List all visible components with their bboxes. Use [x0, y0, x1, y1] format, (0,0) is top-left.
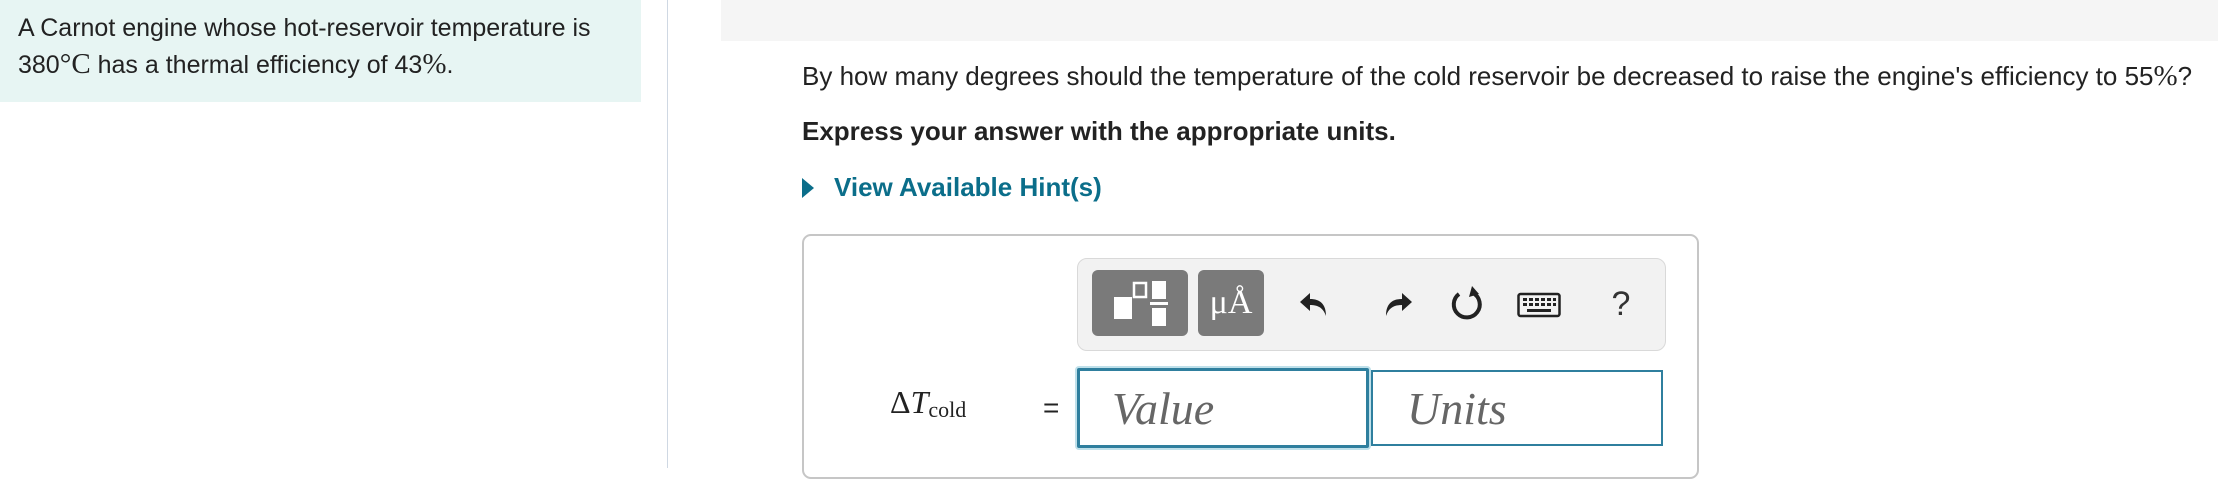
- delta-symbol: Δ: [890, 384, 911, 420]
- question-end: ?: [2177, 61, 2193, 91]
- efficiency-value: 43: [394, 51, 423, 79]
- redo-icon: [1386, 293, 1412, 316]
- reset-button[interactable]: [1442, 279, 1492, 329]
- units-button-label: μÅ: [1209, 284, 1253, 321]
- view-hints-link[interactable]: View Available Hint(s): [802, 172, 1102, 203]
- celsius-unit: C: [71, 48, 91, 80]
- units-placeholder: Units: [1407, 382, 1507, 434]
- variable-label: ΔTcold: [890, 384, 966, 423]
- hot-temperature-value: 380: [18, 51, 60, 79]
- help-button[interactable]: ?: [1596, 279, 1646, 329]
- value-placeholder: Value: [1112, 382, 1215, 434]
- question-body: By how many degrees should the temperatu…: [802, 61, 2125, 91]
- templates-icon: [1114, 281, 1168, 326]
- problem-text-mid: has a thermal efficiency of: [90, 51, 395, 79]
- templates-button[interactable]: [1092, 270, 1188, 336]
- part-header-bar: [721, 0, 2218, 41]
- problem-text-line1: A Carnot engine whose hot-reservoir temp…: [18, 14, 591, 42]
- units-button[interactable]: μÅ: [1198, 270, 1264, 336]
- value-input[interactable]: Value: [1077, 368, 1369, 448]
- problem-statement: A Carnot engine whose hot-reservoir temp…: [0, 0, 641, 102]
- help-icon: ?: [1611, 284, 1631, 323]
- redo-button[interactable]: [1371, 279, 1421, 329]
- keyboard-button[interactable]: [1510, 279, 1568, 329]
- percent-symbol: %: [422, 48, 447, 80]
- units-input[interactable]: Units: [1371, 370, 1663, 446]
- reset-icon: [1451, 286, 1482, 320]
- degree-symbol: °: [59, 48, 72, 80]
- variable-subscript: cold: [928, 397, 967, 422]
- target-efficiency: 55: [2124, 61, 2154, 91]
- answer-instruction: Express your answer with the appropriate…: [802, 116, 1396, 146]
- view-hints-label: View Available Hint(s): [834, 172, 1102, 202]
- question-percent: %: [2153, 60, 2178, 92]
- problem-text-end: .: [446, 51, 454, 79]
- undo-button[interactable]: [1291, 279, 1341, 329]
- question-text: By how many degrees should the temperatu…: [802, 56, 2192, 96]
- caret-right-icon: [802, 177, 814, 198]
- variable-symbol: T: [910, 384, 929, 420]
- math-toolbar: μÅ ?: [1077, 258, 1666, 351]
- equals-sign: =: [1043, 392, 1060, 423]
- keyboard-icon: [1517, 292, 1561, 318]
- undo-icon: [1300, 293, 1326, 316]
- column-divider: [667, 0, 668, 468]
